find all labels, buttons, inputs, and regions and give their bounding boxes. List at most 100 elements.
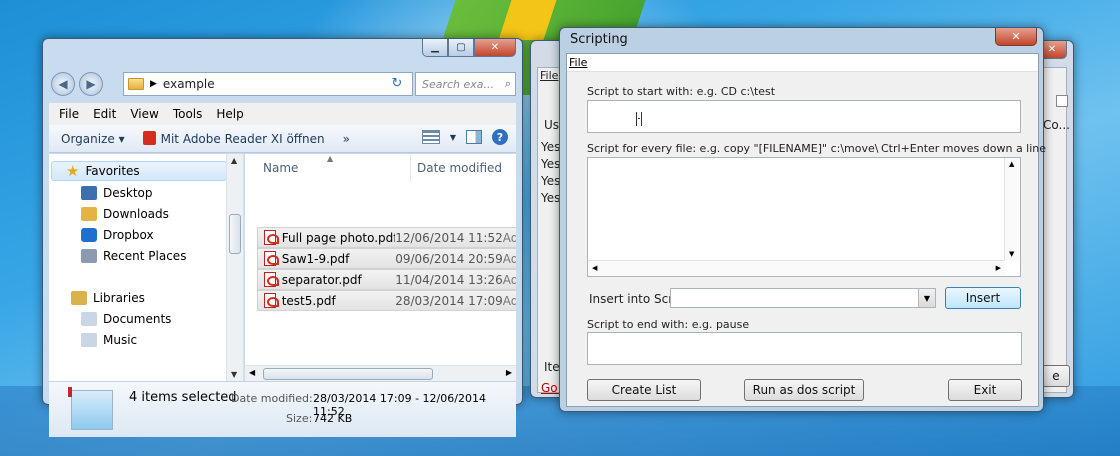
nav-scrollbar[interactable]: ▲ ▼: [226, 154, 243, 381]
every-file-hint: Ctrl+Enter moves down a line: [881, 142, 1047, 155]
file-type: Add: [502, 293, 516, 308]
exit-button[interactable]: Exit: [948, 379, 1022, 401]
every-file-textarea[interactable]: ▲ ▼ ◀ ▶: [587, 157, 1021, 277]
toolwin-row-value: Yes: [541, 191, 561, 205]
dialog-menu-bar: File: [567, 54, 1038, 72]
scroll-up-icon[interactable]: ▲: [231, 156, 237, 165]
text-cursor-icon: [636, 112, 642, 126]
textarea-hscrollbar[interactable]: ◀ ▶: [588, 260, 1005, 276]
star-icon: ★: [66, 162, 80, 180]
nav-favorites-label: Favorites: [85, 164, 140, 178]
open-with-button[interactable]: Mit Adobe Reader XI öffnen: [142, 131, 325, 146]
search-input[interactable]: Search exa... ⌕: [415, 72, 516, 96]
nav-item-label: Music: [103, 333, 138, 347]
file-row[interactable]: Saw1-9.pdf 09/06/2014 20:59 Add: [257, 248, 516, 269]
address-bar[interactable]: ▶ example: [123, 72, 413, 96]
desktop-icon: [81, 186, 97, 200]
end-script-label: Script to end with: e.g. pause: [587, 318, 750, 331]
column-name[interactable]: Name ▲: [257, 154, 411, 182]
insert-button[interactable]: Insert: [945, 287, 1021, 309]
column-date-label: Date modified: [417, 161, 503, 175]
forward-button[interactable]: ▶: [79, 72, 103, 96]
nav-item-label: Downloads: [103, 207, 169, 221]
file-name: Full page photo.pdf: [281, 230, 396, 245]
back-button[interactable]: ◀: [51, 72, 75, 96]
toolwin-row-value: Yes: [541, 140, 561, 154]
scroll-thumb[interactable]: [229, 214, 241, 254]
nav-libraries[interactable]: Libraries: [71, 288, 145, 308]
nav-item-recent-places[interactable]: Recent Places: [81, 246, 186, 266]
scroll-left-icon[interactable]: ◀: [592, 264, 597, 272]
textarea-vscrollbar[interactable]: ▲ ▼: [1004, 158, 1020, 260]
menu-edit[interactable]: Edit: [93, 107, 116, 121]
nav-favorites[interactable]: ★ Favorites: [51, 161, 227, 181]
scripting-dialog: Scripting ✕ File Script to start with: e…: [559, 27, 1047, 412]
libraries-icon: [71, 291, 87, 305]
menu-help[interactable]: Help: [216, 107, 243, 121]
menu-file[interactable]: File: [59, 107, 79, 121]
scroll-left-icon[interactable]: ◀: [249, 368, 255, 377]
command-bar: Organize ▾ Mit Adobe Reader XI öffnen » …: [49, 125, 516, 153]
file-type: Add: [502, 230, 516, 245]
nav-item-desktop[interactable]: Desktop: [81, 183, 153, 203]
pdf-file-icon: [264, 293, 279, 308]
scroll-down-icon[interactable]: ▼: [1009, 250, 1014, 258]
maximize-button[interactable]: ▢: [448, 39, 474, 57]
organize-button[interactable]: Organize ▾: [61, 132, 125, 146]
selection-thumbnail: [68, 387, 113, 430]
combo-dropdown-icon[interactable]: ▼: [918, 289, 935, 307]
file-type: Add: [502, 251, 516, 266]
scroll-right-icon[interactable]: ▶: [506, 368, 512, 377]
navigation-bar: ◀ ▶ ▶ example ↻ Search exa... ⌕: [49, 71, 516, 97]
column-name-label: Name: [263, 161, 299, 175]
window-controls: ▁ ▢ ✕: [422, 39, 516, 57]
search-icon: ⌕: [504, 77, 511, 90]
dialog-menu-file[interactable]: File: [569, 56, 587, 69]
scroll-right-icon[interactable]: ▶: [996, 264, 1001, 272]
file-date: 11/04/2014 13:26: [395, 272, 503, 287]
menu-view[interactable]: View: [130, 107, 158, 121]
start-script-label: Script to start with: e.g. CD c:\test: [587, 85, 776, 98]
dialog-close-button[interactable]: ✕: [995, 28, 1037, 46]
help-icon[interactable]: ?: [492, 129, 508, 145]
refresh-button[interactable]: ↻: [383, 72, 411, 94]
file-row[interactable]: Full page photo.pdf 12/06/2014 11:52 Add: [257, 227, 516, 248]
pdf-file-icon: [264, 272, 279, 287]
pdf-file-icon: [264, 230, 279, 245]
nav-item-music[interactable]: Music: [81, 330, 137, 350]
end-script-input[interactable]: [587, 332, 1022, 365]
breadcrumb[interactable]: example: [163, 77, 215, 91]
close-button[interactable]: ✕: [474, 39, 516, 57]
open-with-label: Mit Adobe Reader XI öffnen: [160, 132, 325, 146]
hscroll-thumb[interactable]: [263, 368, 433, 380]
view-dropdown-icon[interactable]: ▼: [450, 133, 456, 142]
selection-count: 4 items selected: [129, 390, 237, 405]
toolwin-menu-file[interactable]: File: [540, 69, 558, 82]
file-row[interactable]: separator.pdf 11/04/2014 13:26 Add: [257, 269, 516, 290]
file-list-hscrollbar[interactable]: ◀ ▶: [245, 365, 516, 381]
file-type: Add: [502, 272, 516, 287]
nav-item-downloads[interactable]: Downloads: [81, 204, 169, 224]
start-script-input[interactable]: [587, 100, 1021, 133]
documents-icon: [81, 312, 97, 326]
nav-item-documents[interactable]: Documents: [81, 309, 171, 329]
scroll-up-icon[interactable]: ▲: [1009, 160, 1014, 168]
minimize-button[interactable]: ▁: [422, 39, 448, 57]
column-date-modified[interactable]: Date modified: [411, 154, 516, 182]
scroll-down-icon[interactable]: ▼: [231, 370, 237, 379]
preview-pane-icon[interactable]: [466, 130, 482, 144]
nav-item-dropbox[interactable]: Dropbox: [81, 225, 154, 245]
create-list-button[interactable]: Create List: [587, 379, 701, 401]
menu-tools[interactable]: Tools: [173, 107, 203, 121]
file-list: Name ▲ Date modified Typ Full page photo…: [245, 154, 516, 381]
change-view-icon[interactable]: [421, 130, 440, 144]
more-commands-button[interactable]: »: [343, 132, 350, 146]
toolwin-checkbox[interactable]: [1056, 95, 1068, 107]
toolwin-right-button[interactable]: e: [1042, 365, 1070, 387]
insert-combobox[interactable]: ▼: [670, 288, 936, 308]
size-value: 742 KB: [313, 412, 353, 425]
run-dos-script-button[interactable]: Run as dos script: [744, 379, 864, 401]
file-date: 09/06/2014 20:59: [395, 251, 503, 266]
file-row[interactable]: test5.pdf 28/03/2014 17:09 Add: [257, 290, 516, 311]
toolwin-col-co[interactable]: Co...: [1043, 118, 1070, 132]
